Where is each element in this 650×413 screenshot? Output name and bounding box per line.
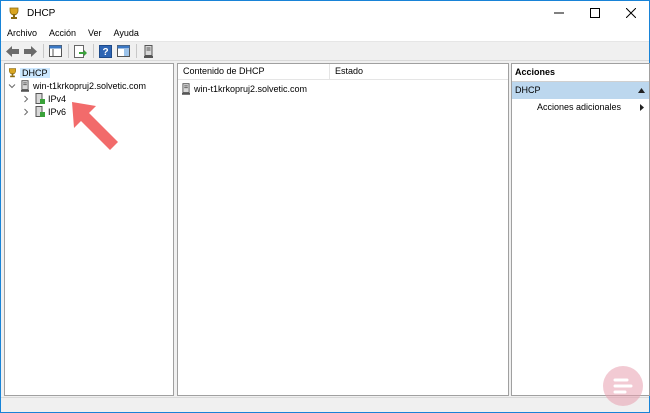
chevron-down-icon[interactable]	[7, 81, 17, 91]
collapse-up-icon[interactable]	[638, 88, 645, 93]
dhcp-app-icon	[9, 7, 19, 19]
tree-item-server[interactable]: win-t1krkopruj2.solvetic.com	[7, 79, 146, 92]
server-icon	[21, 79, 29, 92]
actions-header: Acciones	[512, 64, 649, 82]
toolbar-separator	[93, 44, 94, 58]
help-button[interactable]: ?	[98, 44, 113, 59]
ipv4-server-icon	[35, 92, 45, 104]
tree-server-label: win-t1krkopruj2.solvetic.com	[33, 80, 147, 91]
actions-section-dhcp[interactable]: DHCP	[512, 82, 649, 99]
server-icon	[144, 44, 153, 58]
content-pane: Contenido de DHCP Estado win-t1krkopruj2…	[177, 63, 509, 396]
toolbar-separator	[136, 44, 137, 58]
dhcp-root-icon	[9, 68, 16, 78]
chevron-right-icon[interactable]	[21, 94, 31, 104]
status-bar	[1, 397, 649, 412]
toolbar-separator	[68, 44, 69, 58]
actions-pane: Acciones DHCP Acciones adicionales	[511, 63, 650, 396]
console-tree-pane: DHCP win-t1krkopruj2.solvetic.com IPv4 I…	[4, 63, 174, 396]
maximize-icon	[590, 8, 600, 18]
forward-button[interactable]	[23, 44, 38, 59]
tree-item-dhcp[interactable]: DHCP	[7, 66, 50, 79]
maximize-button[interactable]	[577, 1, 613, 25]
action-acciones-adicionales[interactable]: Acciones adicionales	[512, 99, 649, 115]
tree-ipv4-label: IPv4	[48, 93, 67, 104]
column-estado[interactable]: Estado	[330, 64, 508, 79]
menu-accion[interactable]: Acción	[43, 28, 82, 38]
menu-ver[interactable]: Ver	[82, 28, 108, 38]
tree-item-ipv4[interactable]: IPv4	[21, 92, 66, 105]
arrow-left-icon	[6, 45, 19, 57]
help-icon: ?	[99, 44, 112, 58]
list-item-name: win-t1krkopruj2.solvetic.com	[194, 84, 308, 94]
show-hide-pane-button[interactable]	[116, 44, 131, 59]
close-icon	[626, 8, 636, 18]
watermark-logo-icon	[603, 366, 643, 406]
actions-section-label: DHCP	[515, 85, 541, 95]
server-button[interactable]	[141, 44, 156, 59]
column-contenido[interactable]: Contenido de DHCP	[178, 64, 330, 79]
tree-ipv6-label: IPv6	[48, 106, 67, 117]
console-tree-icon	[49, 45, 62, 57]
ipv6-server-icon	[35, 105, 45, 117]
window-title: DHCP	[27, 7, 56, 19]
toolbar-separator	[43, 44, 44, 58]
menu-bar: Archivo Acción Ver Ayuda	[1, 25, 649, 42]
tree-root-label: DHCP	[20, 67, 50, 78]
column-header: Contenido de DHCP Estado	[178, 64, 508, 80]
action-label: Acciones adicionales	[537, 102, 622, 112]
server-icon	[182, 83, 190, 95]
app-window: DHCP Archivo Acción Ver Ayuda ? DHCP win…	[0, 0, 650, 413]
chevron-right-icon[interactable]	[21, 107, 31, 117]
menu-ayuda[interactable]: Ayuda	[108, 28, 145, 38]
submenu-arrow-icon	[640, 103, 644, 111]
svg-text:?: ?	[102, 47, 108, 58]
console-tree-button[interactable]	[48, 44, 63, 59]
arrow-right-icon	[24, 45, 37, 57]
minimize-button[interactable]	[541, 1, 577, 25]
toolbar: ?	[1, 42, 649, 61]
minimize-icon	[554, 12, 564, 14]
title-bar[interactable]: DHCP	[1, 1, 649, 25]
pane-icon	[117, 45, 130, 57]
export-list-icon	[74, 44, 87, 58]
close-button[interactable]	[613, 1, 649, 25]
list-item[interactable]: win-t1krkopruj2.solvetic.com	[182, 83, 307, 95]
tree-item-ipv6[interactable]: IPv6	[21, 105, 66, 118]
back-button[interactable]	[5, 44, 20, 59]
export-list-button[interactable]	[73, 44, 88, 59]
menu-archivo[interactable]: Archivo	[1, 28, 43, 38]
